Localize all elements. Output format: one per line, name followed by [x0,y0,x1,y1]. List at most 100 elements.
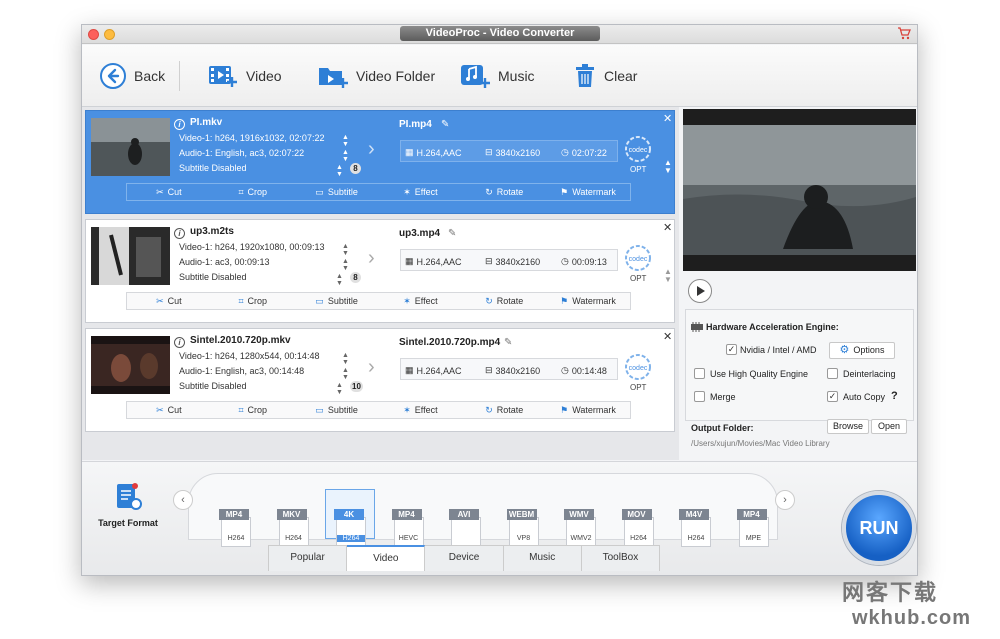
crop-button[interactable]: ⌗ Crop [211,402,295,418]
file-page-icon [336,517,366,547]
open-button[interactable]: Open [871,419,907,434]
subtitle-button[interactable]: ▭ Subtitle [295,184,379,200]
add-video-folder-button[interactable]: Video Folder [318,59,435,93]
deinterlacing-checkbox[interactable] [827,368,838,379]
add-music-button[interactable]: Music [460,59,535,93]
video-preview[interactable] [683,109,916,271]
remove-file-icon[interactable]: ✕ [663,330,672,343]
cut-button[interactable]: ✂ Cut [127,184,211,200]
watermark-button[interactable]: ⚑ Watermark [546,184,630,200]
format-item[interactable]: MOV H264 [621,509,656,549]
browse-button[interactable]: Browse [827,419,869,434]
file-page-icon [393,517,424,547]
output-resolution: 3840x2160 [495,365,541,376]
format-next-button[interactable]: › [775,490,795,510]
effect-label: Effect [414,405,438,415]
codec-gear-icon[interactable]: codec [624,353,652,381]
audio-track-selector[interactable]: ▲ ▼ [342,258,349,272]
edit-name-icon[interactable]: ✎ [441,119,449,130]
minimize-window-button[interactable] [104,29,115,40]
subtitle-button[interactable]: ▭ Subtitle [295,402,379,418]
rotate-button[interactable]: ↻ Rotate [462,293,546,309]
format-item[interactable]: M4V H264 [679,509,713,549]
video-track-selector[interactable]: ▲ ▼ [342,352,349,366]
output-duration: 00:14:48 [571,365,607,376]
tab-music[interactable]: Music [503,545,582,571]
output-specs: ▦ H.264,AAC ⊟ 3840x2160 ◷ 00:09:13 [400,249,618,271]
format-item[interactable]: 4K H264 [334,509,368,549]
subtitle-selector[interactable]: ▲ ▼ [336,273,343,287]
effect-button[interactable]: ✶ Effect [378,184,462,200]
auto-copy-label: Auto Copy [843,392,886,402]
edit-name-icon[interactable]: ✎ [504,337,512,348]
cut-button[interactable]: ✂ Cut [127,402,211,418]
run-button[interactable]: RUN [842,491,916,565]
edit-name-icon[interactable]: ✎ [448,228,456,239]
options-button[interactable]: ⚙ Options [829,342,895,359]
auto-copy-checkbox[interactable]: ✓ [827,391,838,402]
effect-label: Effect [414,187,438,197]
cart-icon[interactable] [897,27,911,40]
cut-label: Cut [167,296,182,306]
add-video-button[interactable]: Video [208,59,282,93]
format-item[interactable]: WMV WMV2 [564,509,598,549]
audio-track-selector[interactable]: ▲ ▼ [342,367,349,381]
cut-label: Cut [167,187,182,197]
format-tag: AVI [449,509,479,520]
effect-button[interactable]: ✶ Effect [378,293,462,309]
clear-button[interactable]: Clear [574,59,637,93]
format-prev-button[interactable]: ‹ [173,490,193,510]
format-item[interactable]: MP4 HEVC [391,509,426,549]
opt-label[interactable]: OPT [630,165,646,174]
info-icon[interactable]: i [174,228,185,239]
crop-icon: ⌗ [238,295,244,306]
high-quality-checkbox[interactable] [694,368,705,379]
target-format-button[interactable]: Target Format [96,482,160,538]
tab-device[interactable]: Device [425,545,504,571]
tab-video[interactable]: Video [347,545,426,571]
subtitle-selector[interactable]: ▲ ▼ [336,164,343,178]
nvidia-checkbox[interactable]: ✓ [726,344,737,355]
output-duration: 02:07:22 [571,147,607,158]
format-item[interactable]: MP4 MPE [736,509,771,549]
format-item[interactable]: MP4 H264 [219,509,253,549]
merge-checkbox[interactable] [694,391,705,402]
opt-label[interactable]: OPT [630,274,646,283]
effect-button[interactable]: ✶ Effect [378,402,462,418]
output-folder-section: Output Folder: Browse Open /Users/xujun/… [685,419,914,455]
codec-gear-icon[interactable]: codec [624,244,652,272]
video-track-selector[interactable]: ▲ ▼ [342,243,349,257]
reorder-arrows[interactable]: ▲ ▼ [664,268,672,284]
cut-button[interactable]: ✂ Cut [127,293,211,309]
format-item[interactable]: MKV H264 [276,509,311,549]
crop-button[interactable]: ⌗ Crop [211,184,295,200]
close-window-button[interactable] [88,29,99,40]
file-item[interactable]: i up3.m2ts Video-1: h264, 1920x1080, 00:… [85,219,675,323]
file-item[interactable]: i PI.mkv Video-1: h264, 1916x1032, 02:07… [85,110,675,214]
remove-file-icon[interactable]: ✕ [663,112,672,125]
crop-button[interactable]: ⌗ Crop [211,293,295,309]
opt-label[interactable]: OPT [630,383,646,392]
file-item[interactable]: i Sintel.2010.720p.mkv Video-1: h264, 12… [85,328,675,432]
subtitle-button[interactable]: ▭ Subtitle [295,293,379,309]
audio-track-selector[interactable]: ▲ ▼ [342,149,349,163]
info-icon[interactable]: i [174,337,185,348]
video-track-selector[interactable]: ▲ ▼ [342,134,349,148]
reorder-arrows[interactable]: ▲ ▼ [664,159,672,175]
info-icon[interactable]: i [174,119,185,130]
remove-file-icon[interactable]: ✕ [663,221,672,234]
rotate-button[interactable]: ↻ Rotate [462,402,546,418]
back-button[interactable]: Back [100,59,165,93]
watermark-button[interactable]: ⚑ Watermark [546,402,630,418]
format-item[interactable]: AVI [449,509,483,549]
tab-toolbox[interactable]: ToolBox [581,545,661,571]
help-icon[interactable]: ? [891,390,898,402]
subtitle-selector[interactable]: ▲ ▼ [336,382,343,396]
codec-gear-icon[interactable]: codec [624,135,652,163]
codec-icon-text: codec [629,365,648,372]
watermark-button[interactable]: ⚑ Watermark [546,293,630,309]
format-item[interactable]: WEBM VP8 [506,509,541,549]
tab-popular[interactable]: Popular [269,545,348,571]
play-button[interactable] [688,279,712,303]
rotate-button[interactable]: ↻ Rotate [462,184,546,200]
